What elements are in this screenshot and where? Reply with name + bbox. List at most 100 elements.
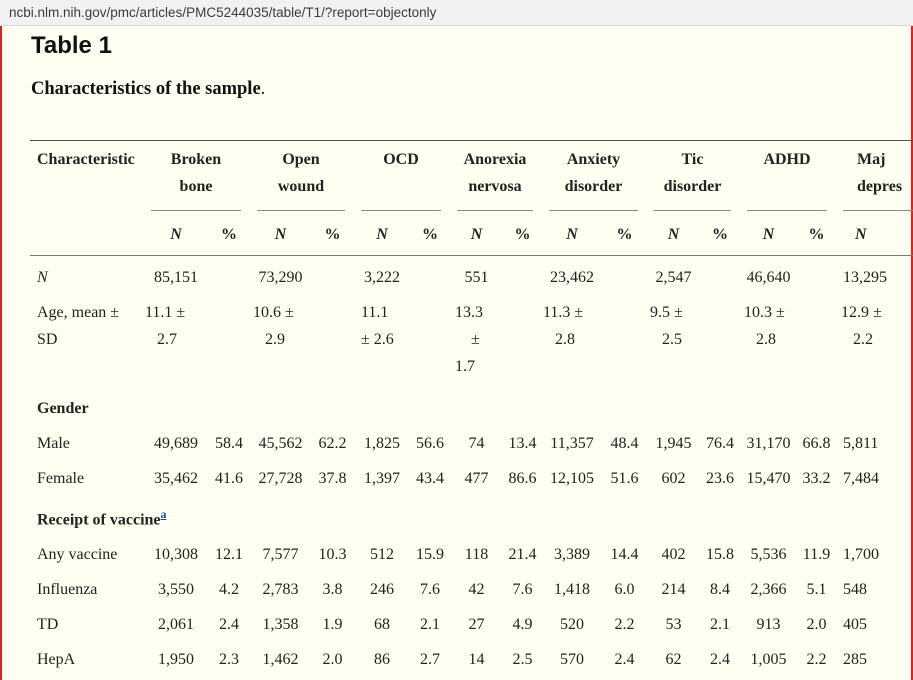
table-cell: 3,222 bbox=[364, 268, 400, 286]
header-broken-bone: Broken bone bbox=[143, 141, 249, 211]
table-cell: 2.5 bbox=[512, 650, 533, 668]
table-cell: 2.2 bbox=[806, 650, 827, 668]
header-ocd: OCD bbox=[353, 141, 449, 211]
table-cell: 2,061 bbox=[158, 615, 194, 633]
table-header-row: Characteristic Broken bone Open wound OCD … bbox=[30, 141, 913, 211]
table-cell: 27 bbox=[468, 615, 485, 633]
subheader-n: N bbox=[835, 211, 895, 256]
table-cell: 2.4 bbox=[710, 650, 730, 668]
table-cell: 5,536 bbox=[750, 545, 787, 563]
page-title: Table 1 bbox=[31, 32, 112, 59]
table-cell: 201 bbox=[541, 673, 603, 680]
table-cell: 15.8 bbox=[706, 545, 734, 563]
table-cell: 0.8 bbox=[798, 673, 835, 680]
table-cell: 1,005 bbox=[750, 650, 787, 668]
table-cell: 2.0 bbox=[806, 615, 827, 633]
table-subheader-row: N% N% N% N% N% N% N% N bbox=[30, 211, 913, 256]
table-cell: 35,462 bbox=[154, 469, 198, 487]
row-label: N bbox=[37, 268, 48, 286]
table-cell: 246 bbox=[370, 580, 394, 598]
table-cell: 74 bbox=[468, 434, 485, 452]
table-cell: 42 bbox=[468, 580, 485, 598]
row-label: Female bbox=[37, 469, 85, 487]
url-text[interactable]: ncbi.nlm.nih.gov/pmc/articles/PMC5244035… bbox=[9, 5, 436, 20]
table-cell: 366 bbox=[739, 673, 798, 680]
table-cell: 1,945 bbox=[655, 434, 692, 452]
table-cell: 402 bbox=[661, 545, 686, 563]
table-cell: 12,105 bbox=[550, 469, 594, 487]
table-cell: 15.9 bbox=[416, 545, 444, 563]
table-row: Male 49,689 58.4 45,562 62.2 1,825 56.6 74 13.4 1… bbox=[30, 422, 913, 457]
table-cell: 405 bbox=[843, 615, 867, 633]
table-cell: 12.9 ± 2.2 bbox=[841, 303, 882, 348]
table-cell: 0.8 bbox=[312, 673, 353, 680]
table-cell: 8.4 bbox=[710, 580, 730, 598]
table-cell: 548 bbox=[843, 580, 867, 598]
table-cell: 13.4 bbox=[508, 434, 537, 452]
table-cell: 118 bbox=[464, 545, 489, 563]
table-cell: 31,170 bbox=[746, 434, 791, 452]
table-cell: 3,550 bbox=[158, 580, 194, 598]
table-cell: 5.1 bbox=[806, 580, 827, 598]
table-row: TD 2,061 2.4 1,358 1.9 68 2.1 27 4.9 520 2.2 53 2.1 9… bbox=[30, 603, 913, 638]
table-cell: 86.6 bbox=[508, 469, 537, 487]
table-cell: 1,950 bbox=[158, 650, 194, 668]
table-cell bbox=[312, 255, 353, 291]
table-row: Influenza 3,550 4.2 2,783 3.8 246 7.6 42 7.6 1,41… bbox=[30, 568, 913, 603]
table-cell: 20 bbox=[353, 673, 411, 680]
subheader-pct bbox=[895, 211, 913, 256]
table-cell: 14 bbox=[646, 673, 701, 680]
table-cell: 4.9 bbox=[512, 615, 533, 633]
row-label: HepB bbox=[30, 673, 143, 680]
table-cell: 5,811 bbox=[843, 434, 879, 452]
table-cell: 51.6 bbox=[610, 469, 639, 487]
table-cell: 23,462 bbox=[550, 268, 594, 286]
table-cell: 913 bbox=[756, 615, 781, 633]
table-cell: 76.4 bbox=[706, 434, 734, 452]
header-characteristic: Characteristic bbox=[37, 151, 135, 168]
table-cell: 285 bbox=[843, 650, 867, 668]
table-cell: 10.3 ± 2.8 bbox=[744, 303, 785, 348]
section-heading-gender: Gender bbox=[37, 399, 89, 417]
table-cell: 0.8 bbox=[209, 673, 249, 680]
table-cell: 150 bbox=[835, 673, 895, 680]
table-cell: 0.5 bbox=[701, 673, 739, 680]
table-cell: 0.6 bbox=[411, 673, 449, 680]
subheader-n: N bbox=[249, 211, 312, 256]
table-cell bbox=[209, 255, 249, 291]
section-row-gender: Gender bbox=[30, 387, 913, 422]
header-major-depression: Maj depres bbox=[835, 141, 913, 211]
table-cell: 11.1 ± 2.6 bbox=[361, 303, 394, 348]
table-cell: 2.2 bbox=[504, 673, 541, 680]
table-cell: 33.2 bbox=[802, 469, 831, 487]
table-cell: 602 bbox=[661, 469, 686, 487]
subheader-pct: % bbox=[701, 211, 739, 256]
footnote-link[interactable]: a bbox=[161, 507, 167, 521]
table-cell: 1,418 bbox=[554, 580, 590, 598]
table-cell: 45,562 bbox=[258, 434, 303, 452]
table-cell: 1,358 bbox=[262, 615, 299, 633]
table-cell: 66.8 bbox=[802, 434, 831, 452]
subheader-n: N bbox=[449, 211, 504, 256]
table-cell: 570 bbox=[560, 650, 584, 668]
table-cell: 214 bbox=[661, 580, 686, 598]
table-cell: 7,577 bbox=[262, 545, 299, 563]
table-cell: 512 bbox=[370, 545, 394, 563]
table-cell: 10.3 bbox=[318, 545, 347, 563]
table-cell: 56.6 bbox=[416, 434, 444, 452]
table-cell: 3.8 bbox=[322, 580, 343, 598]
subheader-n: N bbox=[143, 211, 209, 256]
table-row: N 85,151 73,290 3,222 551 23,462 2,547 46,640 13… bbox=[30, 255, 913, 291]
caption-period: . bbox=[260, 79, 266, 99]
table-cell: 73,290 bbox=[258, 268, 303, 286]
table-cell: 6.0 bbox=[614, 580, 635, 598]
table-cell: 48.4 bbox=[610, 434, 639, 452]
table-cell: 10.6 ± 2.9 bbox=[253, 303, 294, 348]
subheader-pct: % bbox=[411, 211, 449, 256]
table-cell bbox=[504, 255, 541, 291]
table-cell: 11.9 bbox=[802, 545, 831, 563]
table-cell: 85,151 bbox=[154, 268, 198, 286]
table-cell: 23.6 bbox=[706, 469, 734, 487]
address-bar[interactable]: ncbi.nlm.nih.gov/pmc/articles/PMC5244035… bbox=[0, 0, 913, 26]
table-cell: 86 bbox=[374, 650, 390, 668]
